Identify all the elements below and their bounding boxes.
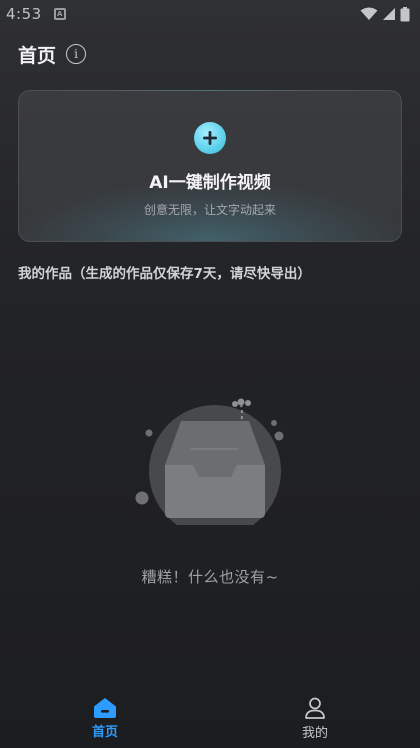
nav-label-profile: 我的 xyxy=(301,725,328,741)
empty-box-icon xyxy=(135,398,284,525)
bottom-nav: 首页 我的 xyxy=(0,688,420,748)
nav-label-home: 首页 xyxy=(91,724,118,740)
nav-item-home[interactable]: 首页 xyxy=(0,688,210,748)
status-left: 4:53 A xyxy=(6,5,66,23)
status-bar: 4:53 A xyxy=(0,0,420,28)
plus-icon xyxy=(194,122,226,154)
works-heading: 我的作品（生成的作品仅保存7天，请尽快导出） xyxy=(18,266,311,282)
ai-create-video-card[interactable]: AI一键制作视频 创意无限，让文字动起来 xyxy=(18,90,402,242)
info-icon[interactable]: i xyxy=(66,44,87,64)
card-title: AI一键制作视频 xyxy=(149,173,271,193)
app-notification-icon: A xyxy=(53,8,66,20)
header: 首页 i xyxy=(18,40,87,68)
status-time: 4:53 xyxy=(6,5,42,23)
profile-icon xyxy=(305,697,325,719)
page-title: 首页 xyxy=(18,44,57,67)
card-subtitle: 创意无限，让文字动起来 xyxy=(143,203,276,217)
home-icon xyxy=(94,697,116,718)
wifi-icon xyxy=(360,7,378,20)
empty-message: 糟糕！什么也没有~ xyxy=(141,568,279,586)
battery-icon xyxy=(400,6,410,21)
status-right xyxy=(360,6,410,22)
signal-icon xyxy=(383,8,395,20)
nav-item-profile[interactable]: 我的 xyxy=(210,688,420,748)
